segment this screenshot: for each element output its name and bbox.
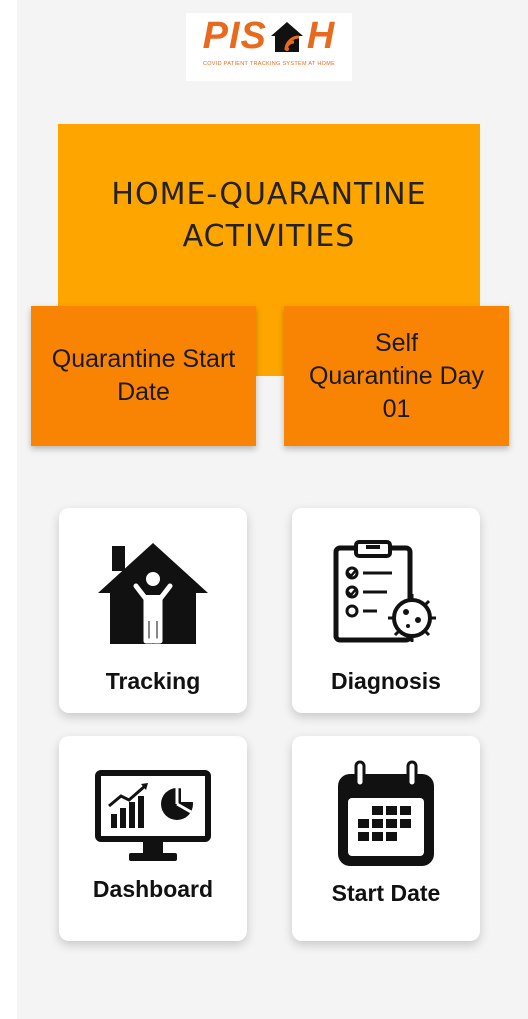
logo-tagline: COVID PATIENT TRACKING SYSTEM AT HOME [202, 61, 336, 67]
logo-house-icon [269, 19, 305, 53]
self-quarantine-day-box[interactable]: Self Quarantine Day 01 [284, 306, 509, 446]
diagnosis-label: Diagnosis [331, 668, 441, 694]
logo-text-right: H [306, 15, 336, 57]
house-person-icon [98, 543, 208, 644]
calendar-icon [338, 760, 434, 866]
clipboard-virus-icon [333, 540, 436, 643]
monitor-chart-icon [95, 770, 211, 861]
logo-text-left: PIS [202, 15, 267, 57]
hero-title: HOME-QUARANTINE ACTIVITIES [111, 177, 427, 254]
quarantine-start-date-button[interactable]: Quarantine Start Date [31, 306, 256, 446]
dashboard-label: Dashboard [92, 876, 214, 902]
app-logo: PIS H COVID PATIENT TRACKING SYSTEM AT H… [186, 13, 352, 81]
tracking-card[interactable]: Tracking [59, 508, 247, 713]
diagnosis-card[interactable]: Diagnosis [292, 508, 480, 713]
start-date-label: Start Date [331, 880, 441, 906]
tracking-label: Tracking [105, 668, 201, 694]
dashboard-card[interactable]: Dashboard [59, 736, 247, 941]
start-date-card[interactable]: Start Date [292, 736, 480, 941]
